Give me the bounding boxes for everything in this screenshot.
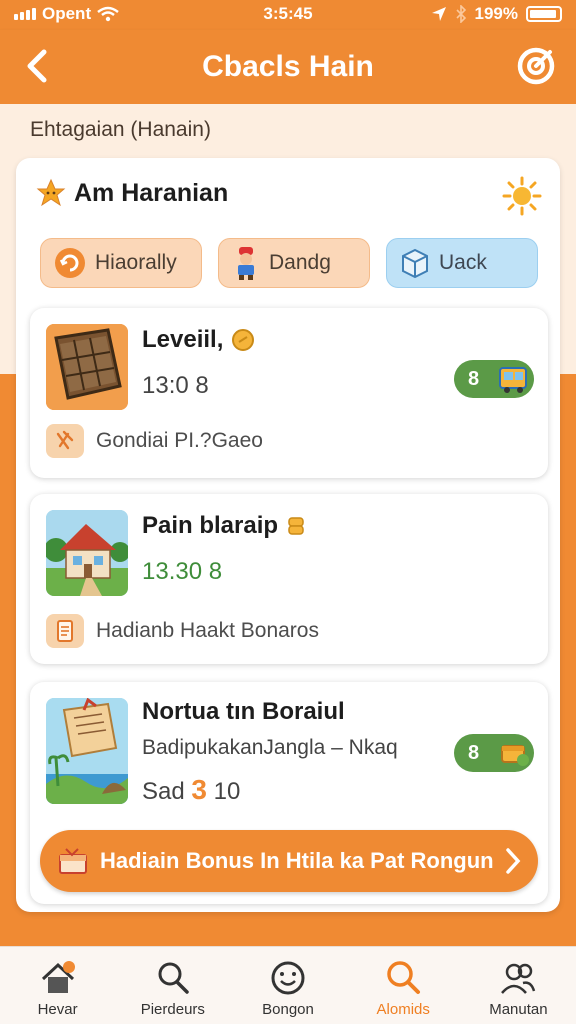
tab-pierdeurs[interactable]: Pierdeurs — [115, 947, 230, 1024]
item-value-prefix: Sad — [142, 778, 185, 805]
section-subtitle: Ehtagaian (Hanain) — [30, 118, 211, 141]
main-panel: Am Haranian Hiaorally Dandg Uack Leveiil… — [16, 158, 560, 912]
chip-hiaorally[interactable]: Hiaorally — [40, 238, 202, 288]
bonus-cta-button[interactable]: Hadiain Bonus In Htila ka Pat Rongun — [40, 830, 538, 892]
bottom-tab-bar: Hevar Pierdeurs Bongon Alomids Manutan — [0, 946, 576, 1024]
item-name-text: Pain blaraip — [142, 512, 279, 539]
map-thumbnail — [46, 698, 128, 804]
chip-uack[interactable]: Uack — [386, 238, 538, 288]
sun-icon — [502, 176, 542, 216]
list-item[interactable]: Leveiil, 13:0 8 8 Gondiai PI.?Gaeo — [30, 308, 548, 478]
item-value-accent: 3 — [191, 774, 207, 805]
count-badge[interactable]: 8 — [454, 734, 534, 772]
tab-label: Alomids — [376, 1001, 430, 1018]
item-name: Leveiil, — [142, 326, 255, 354]
users-icon — [501, 963, 536, 994]
battery-percent: 199% — [474, 4, 518, 23]
item-value: 13:0 8 — [142, 372, 209, 399]
status-bar: Opent 3:5:45 199% — [0, 0, 576, 30]
bluetooth-icon — [455, 5, 466, 23]
app-header: Cbacls Hain — [0, 30, 576, 104]
item-name: Nortua tın Boraiul — [142, 698, 345, 725]
tag-icon — [46, 424, 84, 458]
tab-label: Manutan — [489, 1001, 548, 1018]
item-footer-text: Gondiai PI.?Gaeo — [96, 429, 263, 452]
search-icon — [387, 961, 421, 994]
refresh-icon — [55, 248, 85, 278]
count-badge[interactable]: 8 — [454, 360, 534, 398]
chevron-right-icon — [506, 848, 521, 874]
tab-manutan[interactable]: Manutan — [461, 947, 576, 1024]
panel-header: Am Haranian — [36, 178, 228, 208]
item-value-suffix: 10 — [213, 778, 241, 805]
tab-alomids[interactable]: Alomids — [346, 947, 461, 1024]
document-icon — [46, 614, 84, 648]
truck-icon — [499, 367, 527, 393]
item-value: Sad 3 10 — [142, 774, 240, 806]
chip-dandg[interactable]: Dandg — [218, 238, 370, 288]
item-name-text: Leveiil, — [142, 326, 224, 353]
character-icon — [238, 247, 254, 280]
tab-bongon[interactable]: Bongon — [230, 947, 345, 1024]
smiley-icon — [271, 961, 305, 995]
item-description: BadipukakanJangla – Nkaq — [142, 736, 398, 759]
tab-hevar[interactable]: Hevar — [0, 947, 115, 1024]
box-icon — [402, 248, 428, 279]
list-item[interactable]: Pain blaraip 13.30 8 Hadianb Haakt Bonar… — [30, 494, 548, 664]
location-icon — [431, 7, 446, 21]
treasure-icon — [501, 745, 529, 766]
cta-label: Hadiain Bonus In Htila ka Pat Rongun — [100, 848, 494, 873]
search-people-icon — [158, 962, 189, 994]
chip-label: Uack — [439, 251, 487, 274]
tab-label: Pierdeurs — [140, 1001, 205, 1018]
coin-icon — [232, 329, 255, 351]
tab-label: Hevar — [37, 1001, 78, 1018]
home-icon — [41, 961, 75, 993]
house-thumbnail — [46, 510, 128, 596]
item-footer-text: Hadianb Haakt Bonaros — [96, 619, 319, 642]
item-footer: Hadianb Haakt Bonaros — [46, 614, 319, 648]
tab-label: Bongon — [262, 1001, 314, 1018]
item-name: Pain blaraip — [142, 512, 306, 540]
count-badge-label: 8 — [468, 741, 480, 764]
gift-icon — [59, 848, 87, 874]
page-title: Cbacls Hain — [202, 50, 374, 83]
star-icon — [36, 178, 66, 207]
coin-stack-icon — [288, 517, 304, 535]
target-icon[interactable] — [516, 46, 556, 86]
chip-label: Dandg — [269, 251, 331, 274]
count-badge-label: 8 — [468, 367, 480, 390]
item-footer: Gondiai PI.?Gaeo — [46, 424, 263, 458]
crate-thumbnail — [46, 324, 128, 410]
item-value: 13.30 8 — [142, 558, 223, 585]
battery-icon — [526, 6, 562, 22]
panel-title: Am Haranian — [74, 178, 229, 207]
chip-label: Hiaorally — [95, 251, 177, 274]
